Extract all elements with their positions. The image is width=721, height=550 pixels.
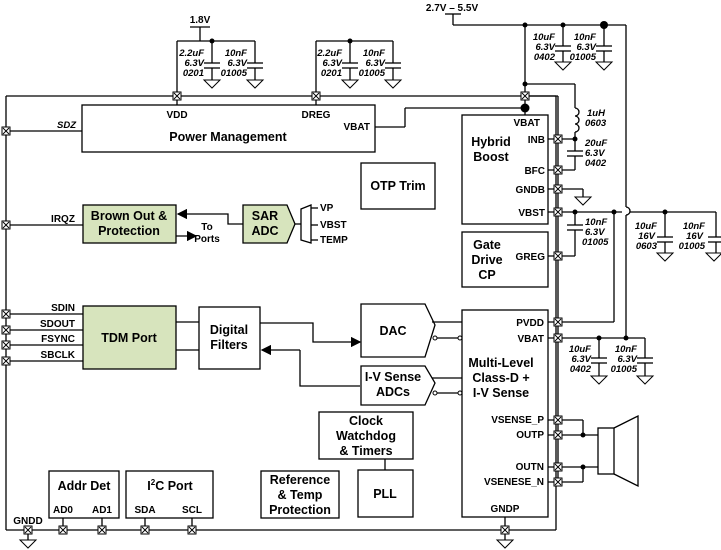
pin-outp: OUTP xyxy=(516,430,544,441)
gate-drive-block: Gate Drive CP GREG xyxy=(461,231,549,288)
mux-input-temp: TEMP xyxy=(320,235,348,246)
vbat-range-label: 2.7V – 5.5V xyxy=(426,3,479,14)
addr-det-block: Addr Det AD0 AD1 xyxy=(48,470,120,530)
svg-text:Reference: Reference xyxy=(270,473,330,487)
iv-sense-adcs-block: I-V Sense ADCs xyxy=(360,365,463,406)
svg-text:0402: 0402 xyxy=(570,364,592,375)
svg-text:& Temp: & Temp xyxy=(278,488,323,502)
pin-scl: SCL xyxy=(182,505,202,516)
svg-text:I-V Sense: I-V Sense xyxy=(473,386,529,400)
svg-text:ADC: ADC xyxy=(251,224,278,238)
block-diagram: 1.8V 2.2uF 6.3V 0201 10nF 6.3V 01005 2.2… xyxy=(1,3,721,549)
svg-text:SAR: SAR xyxy=(252,209,278,223)
tdm-port-block: TDM Port SDIN SDOUT FSYNC SBCLK xyxy=(6,303,177,370)
pin-ad0: AD0 xyxy=(53,505,73,516)
pin-fsync: FSYNC xyxy=(41,334,75,345)
svg-text:Digital: Digital xyxy=(210,323,248,337)
pin-outn: OUTN xyxy=(516,462,544,473)
svg-text:Protection: Protection xyxy=(269,503,331,517)
class-d-block: Multi-Level Class-D + I-V Sense PVDD VBA… xyxy=(461,309,549,518)
dreg-cap-network: 2.2uF 6.3V 0201 10nF 6.3V 01005 xyxy=(315,38,402,96)
pin-vbat: VBAT xyxy=(518,334,544,345)
svg-text:INB: INB xyxy=(528,135,545,146)
reference-temp-block: Reference & Temp Protection xyxy=(260,470,340,519)
brown-out-block: Brown Out & Protection IRQZ To Ports xyxy=(6,204,220,245)
svg-text:Clock: Clock xyxy=(349,414,383,428)
pll-block: PLL xyxy=(357,469,414,518)
i2c-port-block: I2C Port SDA SCL xyxy=(125,470,214,530)
svg-text:VBAT: VBAT xyxy=(514,118,540,129)
svg-text:01005: 01005 xyxy=(221,68,248,79)
svg-text:Multi-Level: Multi-Level xyxy=(468,356,533,370)
pin-irqz: IRQZ xyxy=(51,214,75,225)
svg-text:Class-D +: Class-D + xyxy=(472,371,529,385)
mux-input-vp: VP xyxy=(320,203,334,214)
pin-vsense-n: VSENESE_N xyxy=(484,477,544,488)
pin-pvdd: PVDD xyxy=(516,318,544,329)
svg-text:GNDB: GNDB xyxy=(516,185,545,196)
digital-filters-block: Digital Filters xyxy=(176,306,362,387)
svg-text:& Timers: & Timers xyxy=(339,444,392,458)
svg-text:01005: 01005 xyxy=(611,364,638,375)
pin-gndp: GNDP xyxy=(491,504,520,515)
svg-text:ADCs: ADCs xyxy=(376,385,410,399)
speaker-icon xyxy=(548,414,639,488)
pin-sbclk: SBCLK xyxy=(41,350,76,361)
svg-text:Brown Out &: Brown Out & xyxy=(91,209,167,223)
svg-text:Filters: Filters xyxy=(210,338,248,352)
svg-text:OTP Trim: OTP Trim xyxy=(370,179,425,193)
mux-input-vbst: VBST xyxy=(320,220,347,231)
svg-text:GREG: GREG xyxy=(516,252,546,263)
svg-text:0402: 0402 xyxy=(534,52,556,63)
svg-text:Drive: Drive xyxy=(471,253,502,267)
svg-text:BFC: BFC xyxy=(524,166,545,177)
clock-watchdog-block: Clock Watchdog & Timers xyxy=(318,411,414,470)
svg-text:01005: 01005 xyxy=(570,52,597,63)
boost-external-components: 20uF 6.3V 0402 10nF 6.3V 01005 10uF 16V … xyxy=(548,136,721,323)
svg-text:01005: 01005 xyxy=(582,237,609,248)
v18-label: 1.8V xyxy=(190,15,211,26)
svg-text:0603: 0603 xyxy=(585,118,607,129)
to-ports-label: To xyxy=(201,222,212,233)
pin-vdd: VDD xyxy=(166,110,187,121)
svg-text:DAC: DAC xyxy=(379,324,406,338)
svg-text:Hybrid: Hybrid xyxy=(471,135,511,149)
svg-text:0402: 0402 xyxy=(585,158,607,169)
svg-text:0201: 0201 xyxy=(183,68,204,79)
dac-block: DAC xyxy=(360,303,463,358)
svg-text:PLL: PLL xyxy=(373,487,397,501)
svg-text:Boost: Boost xyxy=(473,150,509,164)
svg-text:GNDD: GNDD xyxy=(13,516,42,527)
pin-sdout: SDOUT xyxy=(40,319,75,330)
svg-text:01005: 01005 xyxy=(359,68,386,79)
svg-text:Gate: Gate xyxy=(473,238,501,252)
vdd-supply-network: 1.8V 2.2uF 6.3V 0201 10nF 6.3V 01005 xyxy=(176,15,264,96)
svg-text:Watchdog: Watchdog xyxy=(336,429,396,443)
svg-text:Ports: Ports xyxy=(194,234,220,245)
pin-sdin: SDIN xyxy=(51,303,75,314)
svg-text:Addr Det: Addr Det xyxy=(58,479,112,493)
power-management-title: Power Management xyxy=(169,130,287,144)
pvdd-cap-network: 10uF 6.3V 0402 10nF 6.3V 01005 xyxy=(548,335,654,385)
pin-vbat: VBAT xyxy=(344,122,370,133)
svg-text:VBST: VBST xyxy=(518,208,545,219)
pin-sdz: SDZ xyxy=(57,120,77,131)
svg-text:TDM Port: TDM Port xyxy=(101,331,157,345)
pin-sda: SDA xyxy=(134,505,155,516)
svg-text:I-V Sense: I-V Sense xyxy=(365,370,421,384)
otp-trim-block: OTP Trim xyxy=(360,162,436,210)
power-management-block: Power Management VDD DREG VBAT SDZ xyxy=(6,96,405,153)
hybrid-boost-block: VBAT Hybrid Boost INB BFC GNDB VBST xyxy=(461,114,549,225)
pin-ad1: AD1 xyxy=(92,505,112,516)
svg-text:CP: CP xyxy=(478,268,495,282)
pin-dreg: DREG xyxy=(302,110,331,121)
svg-text:0603: 0603 xyxy=(636,241,658,252)
svg-text:0201: 0201 xyxy=(321,68,342,79)
svg-text:01005: 01005 xyxy=(679,241,706,252)
pin-vsense-p: VSENSE_P xyxy=(491,415,544,426)
svg-text:Protection: Protection xyxy=(98,224,160,238)
